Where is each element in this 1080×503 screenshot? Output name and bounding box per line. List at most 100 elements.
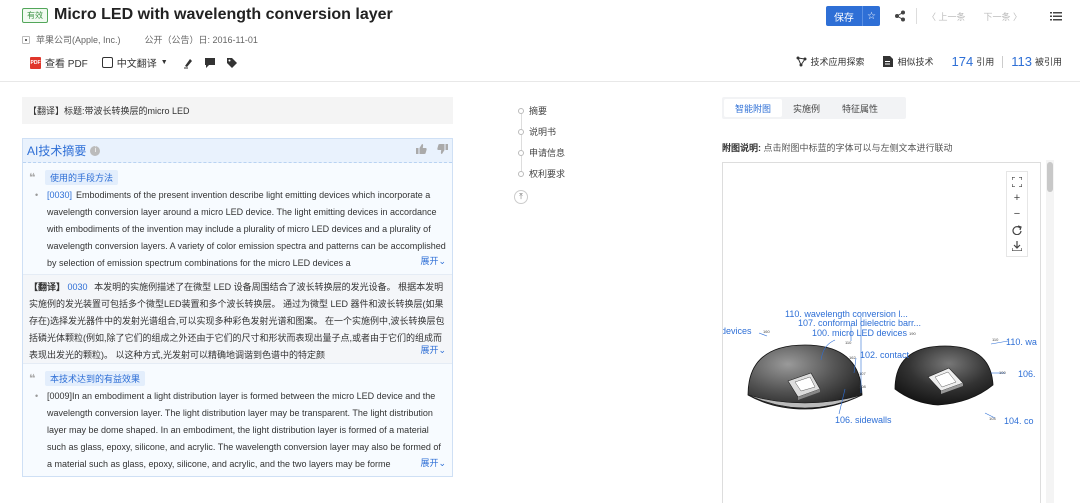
document-header: 有效 Micro LED with wavelength conversion …: [0, 0, 1080, 82]
benefit-tag-row: ❝ 本技术达到的有益效果: [29, 370, 446, 386]
translation-block: 【翻译】 0030 本发明的实施例描述了在微型 LED 设备周围结合了波长转换层…: [23, 274, 452, 364]
thumbs-up-icon[interactable]: [416, 144, 427, 157]
info-icon[interactable]: i: [90, 145, 101, 156]
tech-explore-label: 技术应用探索: [810, 57, 865, 67]
save-label: 保存: [833, 12, 854, 24]
benefit-tag: 本技术达到的有益效果: [45, 370, 146, 386]
benefit-paragraph: In an embodiment a light distribution la…: [47, 391, 441, 469]
method-section: ❝ 使用的手段方法 • [0030] Embodiments of the pre…: [23, 163, 452, 274]
nav-label: 申请信息: [529, 148, 566, 158]
abstract-panel: 【翻译】标题:带波长转换层的micro LED AI技术摘要 i ❝ 使用的手段…: [22, 97, 453, 477]
status-badge: 有效: [22, 7, 48, 23]
view-pdf-label: 查看 PDF: [45, 59, 88, 70]
document-icon: [882, 56, 893, 67]
figure-panel: 智能附图 实施例 特征属性 附图说明: 点击附图中标蓝的字体可以与左侧文本进行联…: [722, 97, 1062, 503]
star-icon[interactable]: ☆: [861, 6, 880, 26]
title-row: 有效 Micro LED with wavelength conversion …: [22, 6, 393, 24]
cited-label: 被引用: [1034, 57, 1062, 67]
thumbs-down-icon[interactable]: [437, 144, 448, 157]
list-icon[interactable]: [1050, 10, 1062, 22]
expand-button[interactable]: 展开⌄: [400, 253, 446, 270]
expand-label: 展开: [420, 256, 439, 266]
chevron-down-icon: ▼: [160, 59, 168, 66]
translate-label: 中文翻译: [116, 59, 157, 70]
meta-row: 苹果公司(Apple, Inc.) 公开（公告）日: 2016-11-01: [22, 33, 258, 46]
figure-number: 190: [909, 331, 916, 336]
toolbar: PDF 查看 PDF 中文翻译 ▼: [30, 55, 248, 70]
bullet: •: [35, 190, 39, 200]
figure-number: 100: [999, 370, 1006, 375]
expand-button[interactable]: 展开⌄: [400, 455, 446, 472]
figure-viewer[interactable]: 160 110 162 107 108 190 110 100 104 110.…: [722, 162, 1041, 503]
figure-note-label: 附图说明:: [722, 143, 761, 153]
rotate-icon[interactable]: [1009, 222, 1025, 238]
figure-label-107[interactable]: 107. conformal dielectric barr...: [798, 318, 921, 328]
section-nav: 摘要 说明书 申请信息 权利要求 ⤒: [514, 100, 578, 204]
figure-label-102[interactable]: 102. contact: [860, 350, 910, 360]
download-icon[interactable]: [1009, 238, 1025, 254]
ai-summary-box: AI技术摘要 i ❝ 使用的手段方法 • [0030] Embodiments o…: [22, 138, 453, 477]
figure-scrollbar[interactable]: [1046, 160, 1054, 503]
similar-tech-button[interactable]: 相似技术: [882, 55, 934, 68]
prev-button[interactable]: 〈 上一条: [927, 10, 966, 23]
next-button[interactable]: 下一条 〉: [983, 10, 1022, 23]
feedback-buttons: [416, 144, 448, 157]
translation-text: 本发明的实施例描述了在微型 LED 设备周围结合了波长转换层的发光设备。 根据本…: [29, 282, 445, 360]
figure-number: 104: [989, 416, 996, 421]
publication-date: 公开（公告）日: 2016-11-01: [144, 35, 258, 45]
paragraph-ref[interactable]: 0030: [68, 282, 88, 292]
paragraph-ref[interactable]: [0009]: [47, 391, 72, 401]
fullscreen-icon[interactable]: [1009, 174, 1025, 190]
figure-label-right-110[interactable]: 110. wa: [1006, 337, 1037, 347]
save-button[interactable]: 保存 ☆: [825, 6, 880, 26]
nav-label: 摘要: [529, 106, 548, 116]
zoom-in-icon[interactable]: +: [1009, 190, 1025, 206]
figure-label-106[interactable]: 106. sidewalls: [835, 415, 892, 425]
nav-dot: [518, 149, 524, 156]
highlight-pen-icon[interactable]: [182, 57, 194, 69]
share-icon[interactable]: [894, 10, 906, 22]
citation-tools: 技术应用探索 相似技术 174 引用 113 被引用: [778, 54, 1062, 69]
figure-number: 110: [845, 340, 852, 345]
network-icon: [796, 56, 806, 67]
nav-item-abstract[interactable]: 摘要: [518, 100, 578, 121]
back-to-top-icon[interactable]: ⤒: [514, 190, 528, 204]
scrollbar-thumb[interactable]: [1047, 162, 1053, 192]
figure-number: 110: [992, 337, 999, 342]
figure-number: 108: [859, 384, 866, 389]
nav-label: 权利要求: [529, 169, 566, 179]
comment-icon[interactable]: [204, 57, 216, 69]
nav-dot: [518, 107, 524, 114]
cite-count[interactable]: 174: [952, 54, 974, 69]
translated-title: 【翻译】标题:带波长转换层的micro LED: [22, 97, 453, 124]
similar-tech-label: 相似技术: [897, 57, 934, 67]
paragraph-ref[interactable]: [0030]: [47, 190, 72, 200]
divider: [1002, 55, 1004, 68]
figure-label-right-106[interactable]: 106.: [1018, 369, 1036, 379]
header-actions: 保存 ☆ 〈 上一条 下一条 〉: [825, 6, 1062, 26]
figure-label-right-104[interactable]: 104. co: [1004, 416, 1034, 426]
nav-dot: [518, 128, 524, 135]
expand-button[interactable]: 展开⌄: [400, 342, 446, 359]
pdf-icon: PDF: [30, 56, 41, 69]
prev-label: 上一条: [938, 11, 966, 22]
nav-item-claims[interactable]: 权利要求: [518, 163, 578, 184]
figure-label-devices[interactable]: devices: [723, 326, 752, 336]
tag-icon[interactable]: [226, 57, 238, 69]
expand-label: 展开: [420, 458, 439, 468]
nav-item-application-info[interactable]: 申请信息: [518, 142, 578, 163]
figure-label-100[interactable]: 100. micro LED devices: [812, 328, 908, 338]
nav-item-description[interactable]: 说明书: [518, 121, 578, 142]
zoom-out-icon[interactable]: −: [1009, 206, 1025, 222]
tab-smart-figures[interactable]: 智能附图: [724, 99, 783, 117]
right-dome-drawing: [894, 345, 994, 406]
patent-figure: 160 110 162 107 108 190 110 100 104 110.…: [723, 309, 1037, 426]
tab-features[interactable]: 特征属性: [831, 99, 889, 117]
translate-dropdown[interactable]: 中文翻译 ▼: [101, 55, 168, 70]
expand-label: 展开: [420, 345, 439, 355]
view-pdf-button[interactable]: PDF 查看 PDF: [30, 55, 88, 70]
tech-explore-button[interactable]: 技术应用探索: [796, 55, 865, 68]
cited-count[interactable]: 113: [1011, 54, 1032, 69]
tab-embodiments[interactable]: 实施例: [782, 99, 831, 117]
assignee-name[interactable]: 苹果公司(Apple, Inc.): [36, 33, 121, 46]
